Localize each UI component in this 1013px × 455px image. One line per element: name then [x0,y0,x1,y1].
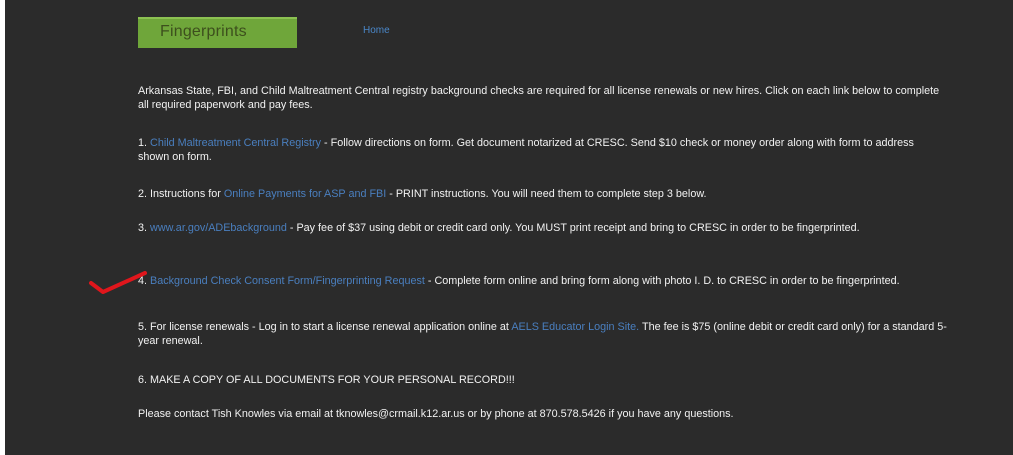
step-4-text: - Complete form online and bring form al… [424,275,900,287]
page-title: Fingerprints [160,23,247,40]
intro-text: Arkansas State, FBI, and Child Maltreatm… [138,85,940,111]
header: Fingerprints Home [138,17,958,48]
child-maltreatment-registry-link[interactable]: Child Maltreatment Central Registry [150,137,321,149]
online-payments-link[interactable]: Online Payments for ASP and FBI [224,188,386,200]
step-2-prefix: 2. Instructions for [138,188,224,200]
step-6: 6. MAKE A COPY OF ALL DOCUMENTS FOR YOUR… [138,374,515,386]
step-3-prefix: 3. [138,222,151,234]
step-1-prefix: 1. [138,137,151,149]
background-check-consent-link[interactable]: Background Check Consent Form/Fingerprin… [150,275,425,287]
page-frame: Fingerprints Home Arkansas State, FBI, a… [5,0,1013,455]
contact-text: Please contact Tish Knowles via email at… [138,408,734,420]
aels-educator-login-link[interactable]: AELS Educator Login Site. [511,321,639,333]
page-title-banner: Fingerprints [138,17,297,48]
step-3-text: - Pay fee of $37 using debit or credit c… [286,222,860,234]
step-5: 5. For license renewals - Log in to star… [138,320,948,348]
step-5-prefix: 5. For license renewals - Log in to star… [138,321,512,333]
ade-background-link[interactable]: www.ar.gov/ADEbackground [150,222,287,234]
home-link[interactable]: Home [363,25,390,36]
step-1: 1. Child Maltreatment Central Registry -… [138,136,948,164]
step-4: 4. Background Check Consent Form/Fingerp… [138,274,948,288]
red-checkmark-icon [89,271,147,294]
step-3: 3. www.ar.gov/ADEbackground - Pay fee of… [138,221,948,235]
step-2: 2. Instructions for Online Payments for … [138,187,948,201]
step-2-text: - PRINT instructions. You will need them… [386,188,707,200]
